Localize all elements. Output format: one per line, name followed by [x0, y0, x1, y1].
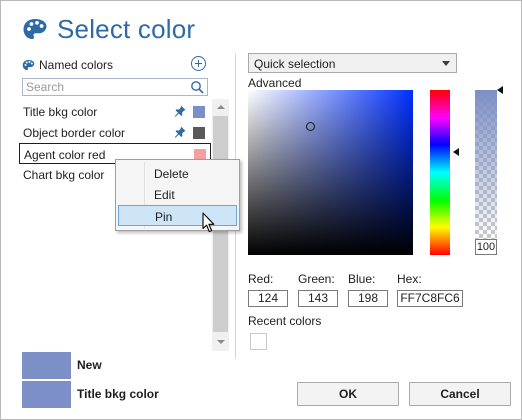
alpha-slider[interactable]	[475, 90, 497, 240]
menu-item-pin[interactable]: Pin	[118, 205, 237, 226]
chevron-down-icon	[217, 340, 225, 344]
saturation-value-picker[interactable]	[248, 90, 413, 255]
dialog-title: Select color	[57, 14, 196, 44]
pin-icon[interactable]	[174, 105, 186, 117]
menu-item-label: Pin	[155, 210, 173, 224]
recent-color-slot[interactable]	[250, 333, 267, 350]
scroll-up-button[interactable]	[212, 99, 229, 116]
alpha-input[interactable]: 100	[475, 239, 497, 255]
hex-label: Hex:	[397, 272, 422, 286]
named-colors-label: Named colors	[39, 58, 114, 72]
list-item-label: Chart bkg color	[23, 168, 105, 182]
ok-button[interactable]: OK	[297, 382, 399, 406]
list-item-label: Object border color	[23, 126, 126, 140]
add-named-color-icon[interactable]	[191, 56, 206, 71]
hue-slider-handle[interactable]	[453, 148, 459, 156]
select-color-dialog: Select color Named colors Title bkg colo…	[0, 0, 522, 420]
new-color-label: New	[77, 358, 102, 372]
color-swatch	[193, 106, 205, 118]
context-menu: Delete Edit Pin	[115, 159, 240, 231]
chevron-up-icon	[217, 105, 225, 109]
blue-label: Blue:	[348, 272, 376, 286]
old-color-swatch	[22, 381, 71, 408]
green-label: Green:	[298, 272, 335, 286]
named-colors-header: Named colors	[22, 57, 208, 75]
green-field[interactable]: 143	[298, 290, 338, 307]
hue-slider[interactable]	[430, 90, 450, 255]
color-picker-marker[interactable]	[306, 122, 315, 131]
mouse-cursor-icon	[202, 212, 215, 233]
cancel-button[interactable]: Cancel	[409, 382, 511, 406]
hex-field[interactable]: FF7C8FC6	[397, 290, 463, 307]
advanced-label: Advanced	[248, 76, 302, 90]
search-icon[interactable]	[190, 80, 204, 94]
menu-item-label: Delete	[154, 167, 189, 181]
search-box	[22, 78, 208, 96]
new-color-swatch	[22, 352, 71, 379]
blue-field[interactable]: 198	[348, 290, 388, 307]
red-field[interactable]: 124	[248, 290, 288, 307]
menu-item-label: Edit	[154, 188, 175, 202]
palette-small-icon	[22, 60, 35, 70]
menu-item-edit[interactable]: Edit	[118, 184, 237, 205]
recent-colors-label: Recent colors	[248, 314, 322, 328]
list-item-label: Agent color red	[24, 148, 106, 162]
old-color-label: Title bkg color	[77, 387, 159, 401]
mode-dropdown[interactable]: Quick selection	[248, 53, 457, 73]
palette-icon	[23, 19, 47, 39]
color-swatch	[193, 127, 205, 139]
menu-item-delete[interactable]: Delete	[118, 163, 237, 184]
list-item[interactable]: Object border color	[19, 122, 211, 143]
chevron-down-icon	[442, 61, 450, 66]
scroll-down-button[interactable]	[212, 334, 229, 351]
pin-icon[interactable]	[174, 126, 186, 138]
list-item[interactable]: Title bkg color	[19, 101, 211, 122]
list-item-label: Title bkg color	[23, 105, 98, 119]
mode-dropdown-value: Quick selection	[254, 57, 336, 71]
alpha-slider-handle[interactable]	[497, 86, 503, 94]
red-label: Red:	[248, 272, 274, 286]
search-input[interactable]	[26, 80, 186, 94]
